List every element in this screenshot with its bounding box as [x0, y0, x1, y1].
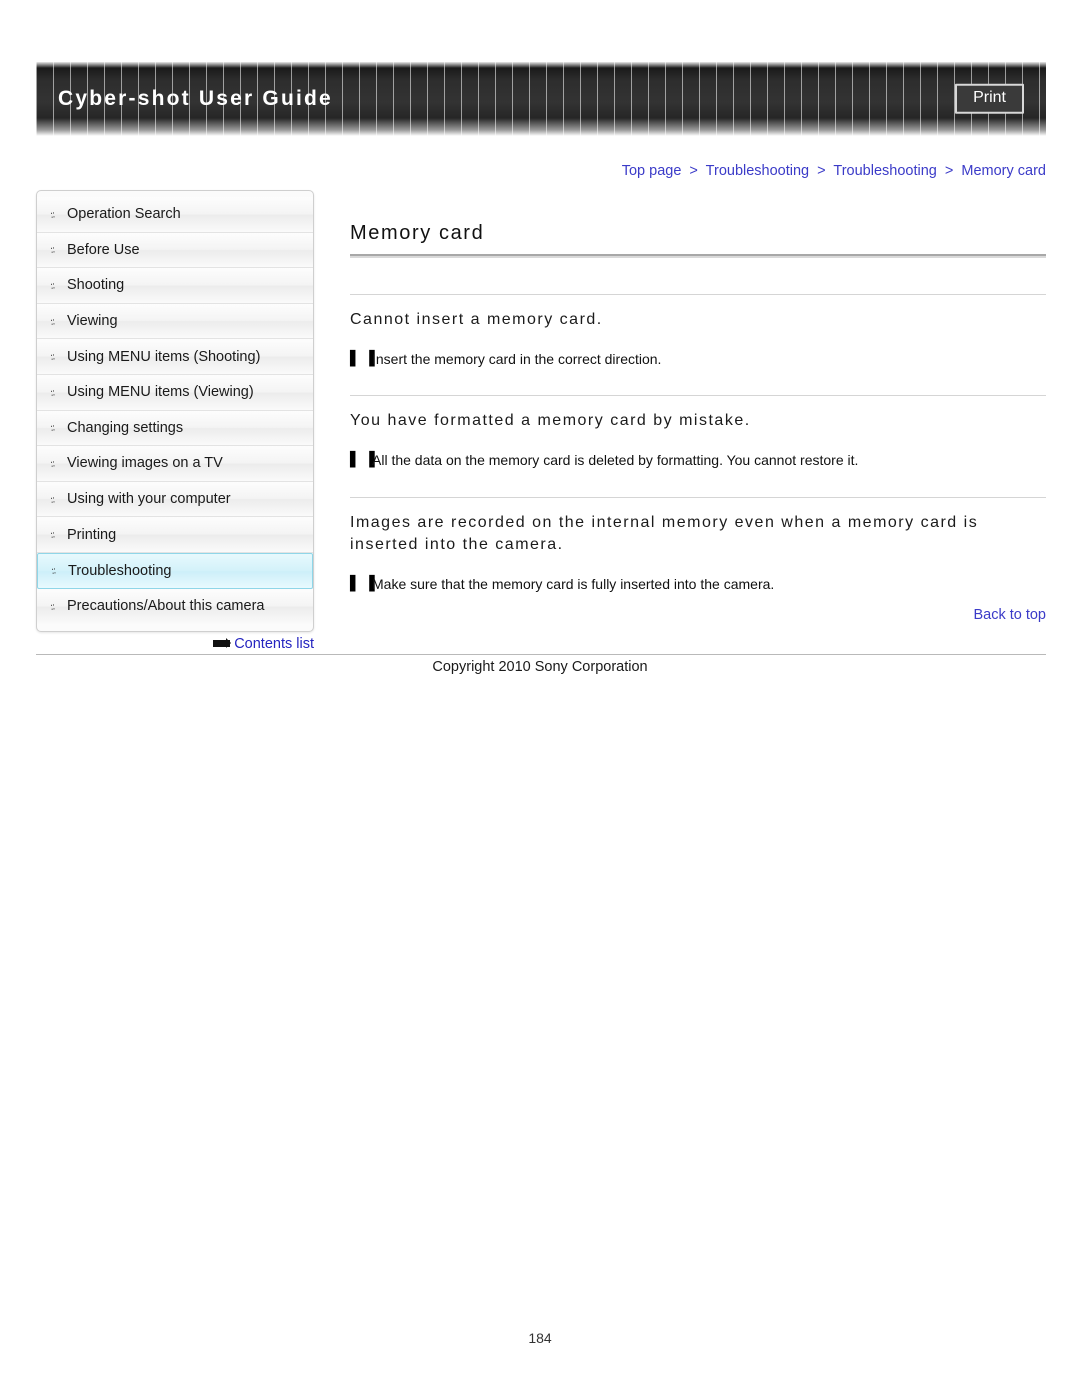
- sidebar-item-label: Using MENU items (Viewing): [67, 384, 254, 401]
- breadcrumb: Top page > Troubleshooting > Troubleshoo…: [346, 163, 1046, 179]
- section-divider: [350, 294, 1046, 295]
- sidebar-item-label: Using with your computer: [67, 491, 231, 508]
- list-marker-icon: ::: [49, 387, 55, 399]
- section-body: ▌▐ All the data on the memory card is de…: [350, 451, 1046, 471]
- section-body-text: Make sure that the memory card is fully …: [372, 576, 775, 593]
- print-button[interactable]: Print: [955, 83, 1024, 115]
- breadcrumb-separator: >: [944, 163, 954, 179]
- section-divider: [350, 496, 1046, 498]
- sidebar-item-label: Printing: [67, 526, 117, 543]
- breadcrumb-item-memory-card[interactable]: Memory card: [961, 163, 1046, 179]
- list-marker-icon: ::: [49, 494, 55, 506]
- section-cannot-insert-a-memory-card: Cannot insert a memory card. ▌▐ Insert t…: [350, 294, 1046, 369]
- sidebar-item-label: Viewing: [67, 313, 118, 330]
- section-body-text: Insert the memory card in the correct di…: [372, 350, 662, 367]
- title-divider: [350, 254, 1046, 258]
- sidebar-item-changing-settings[interactable]: :: Changing settings: [37, 410, 313, 447]
- arrow-right-icon: [213, 637, 232, 648]
- list-marker-icon: ::: [50, 565, 56, 578]
- page-title: Memory card: [350, 222, 485, 244]
- copyright-text: Copyright 2010 Sony Corporation: [432, 659, 648, 675]
- breadcrumb-item-troubleshooting[interactable]: Troubleshooting: [706, 163, 809, 179]
- list-marker-icon: ::: [49, 280, 55, 293]
- section-heading: You have formatted a memory card by mist…: [350, 412, 751, 430]
- list-marker-icon: ::: [49, 458, 55, 471]
- bullet-icon: ▌▐: [350, 350, 378, 367]
- sidebar-item-label: Operation Search: [67, 206, 181, 223]
- section-recorded-on-internal-memory: Images are recorded on the internal memo…: [350, 496, 1046, 595]
- list-marker-icon: ::: [49, 601, 55, 613]
- sidebar-item-label: Troubleshooting: [68, 562, 172, 579]
- sidebar-item-label: Shooting: [67, 277, 125, 294]
- sidebar-item-label: Changing settings: [67, 419, 184, 436]
- sidebar-item-viewing[interactable]: :: Viewing: [37, 303, 313, 340]
- section-heading: Images are recorded on the internal memo…: [350, 513, 979, 554]
- sidebar-item-label: Using MENU items (Shooting): [67, 348, 261, 365]
- bullet-icon: ▌▐: [350, 452, 378, 469]
- section-body-text: All the data on the memory card is delet…: [372, 452, 859, 469]
- page-number: 184: [528, 1330, 552, 1346]
- sidebar-item-using-menu-items-viewing[interactable]: :: Using MENU items (Viewing): [37, 374, 313, 411]
- list-marker-icon: ::: [49, 316, 55, 328]
- list-marker-icon: ::: [49, 244, 55, 257]
- section-body: ▌▐ Make sure that the memory card is ful…: [350, 575, 1046, 595]
- contents-list-row: Contents list: [36, 636, 314, 652]
- sidebar-item-operation-search[interactable]: :: Operation Search: [37, 197, 313, 233]
- main-content: Memory card Cannot insert a memory card.…: [350, 222, 1046, 621]
- page-header: Cyber-shot User Guide Print: [36, 62, 1046, 136]
- section-divider: [350, 395, 1046, 397]
- list-marker-icon: ::: [49, 351, 55, 364]
- back-to-top-link[interactable]: Back to top: [346, 607, 1046, 623]
- breadcrumb-separator: >: [817, 163, 826, 179]
- list-marker-icon: ::: [49, 529, 55, 542]
- sidebar-item-shooting[interactable]: :: Shooting: [37, 268, 313, 304]
- sidebar-item-precautions-about-this-camera[interactable]: :: Precautions/About this camera: [37, 588, 313, 625]
- sidebar-item-label: Precautions/About this camera: [67, 598, 265, 615]
- sidebar-item-label: Viewing images on a TV: [67, 455, 223, 472]
- sidebar-item-before-use[interactable]: :: Before Use: [37, 232, 313, 269]
- sidebar-item-using-with-your-computer[interactable]: :: Using with your computer: [37, 481, 313, 518]
- sidebar-navigation: :: Operation Search :: Before Use :: Sho…: [36, 190, 314, 633]
- sidebar-item-using-menu-items-shooting[interactable]: :: Using MENU items (Shooting): [37, 339, 313, 375]
- contents-list-link[interactable]: Contents list: [234, 636, 314, 652]
- footer-divider: [36, 654, 1046, 655]
- sidebar-item-troubleshooting[interactable]: :: Troubleshooting: [37, 552, 313, 589]
- breadcrumb-separator: >: [689, 163, 698, 179]
- sidebar-item-viewing-images-on-a-tv[interactable]: :: Viewing images on a TV: [37, 446, 313, 482]
- breadcrumb-item-top-page[interactable]: Top page: [622, 163, 682, 179]
- sidebar-item-label: Before Use: [67, 241, 140, 258]
- section-heading: Cannot insert a memory card.: [350, 311, 603, 328]
- section-formatted-by-mistake: You have formatted a memory card by mist…: [350, 395, 1046, 470]
- bullet-icon: ▌▐: [350, 576, 378, 593]
- sidebar-item-printing[interactable]: :: Printing: [37, 517, 313, 553]
- list-marker-icon: ::: [49, 209, 55, 221]
- app-title: Cyber-shot User Guide: [58, 87, 333, 110]
- section-body: ▌▐ Insert the memory card in the correct…: [350, 350, 1046, 370]
- list-marker-icon: ::: [49, 422, 55, 435]
- breadcrumb-item-troubleshooting-sub[interactable]: Troubleshooting: [833, 163, 936, 179]
